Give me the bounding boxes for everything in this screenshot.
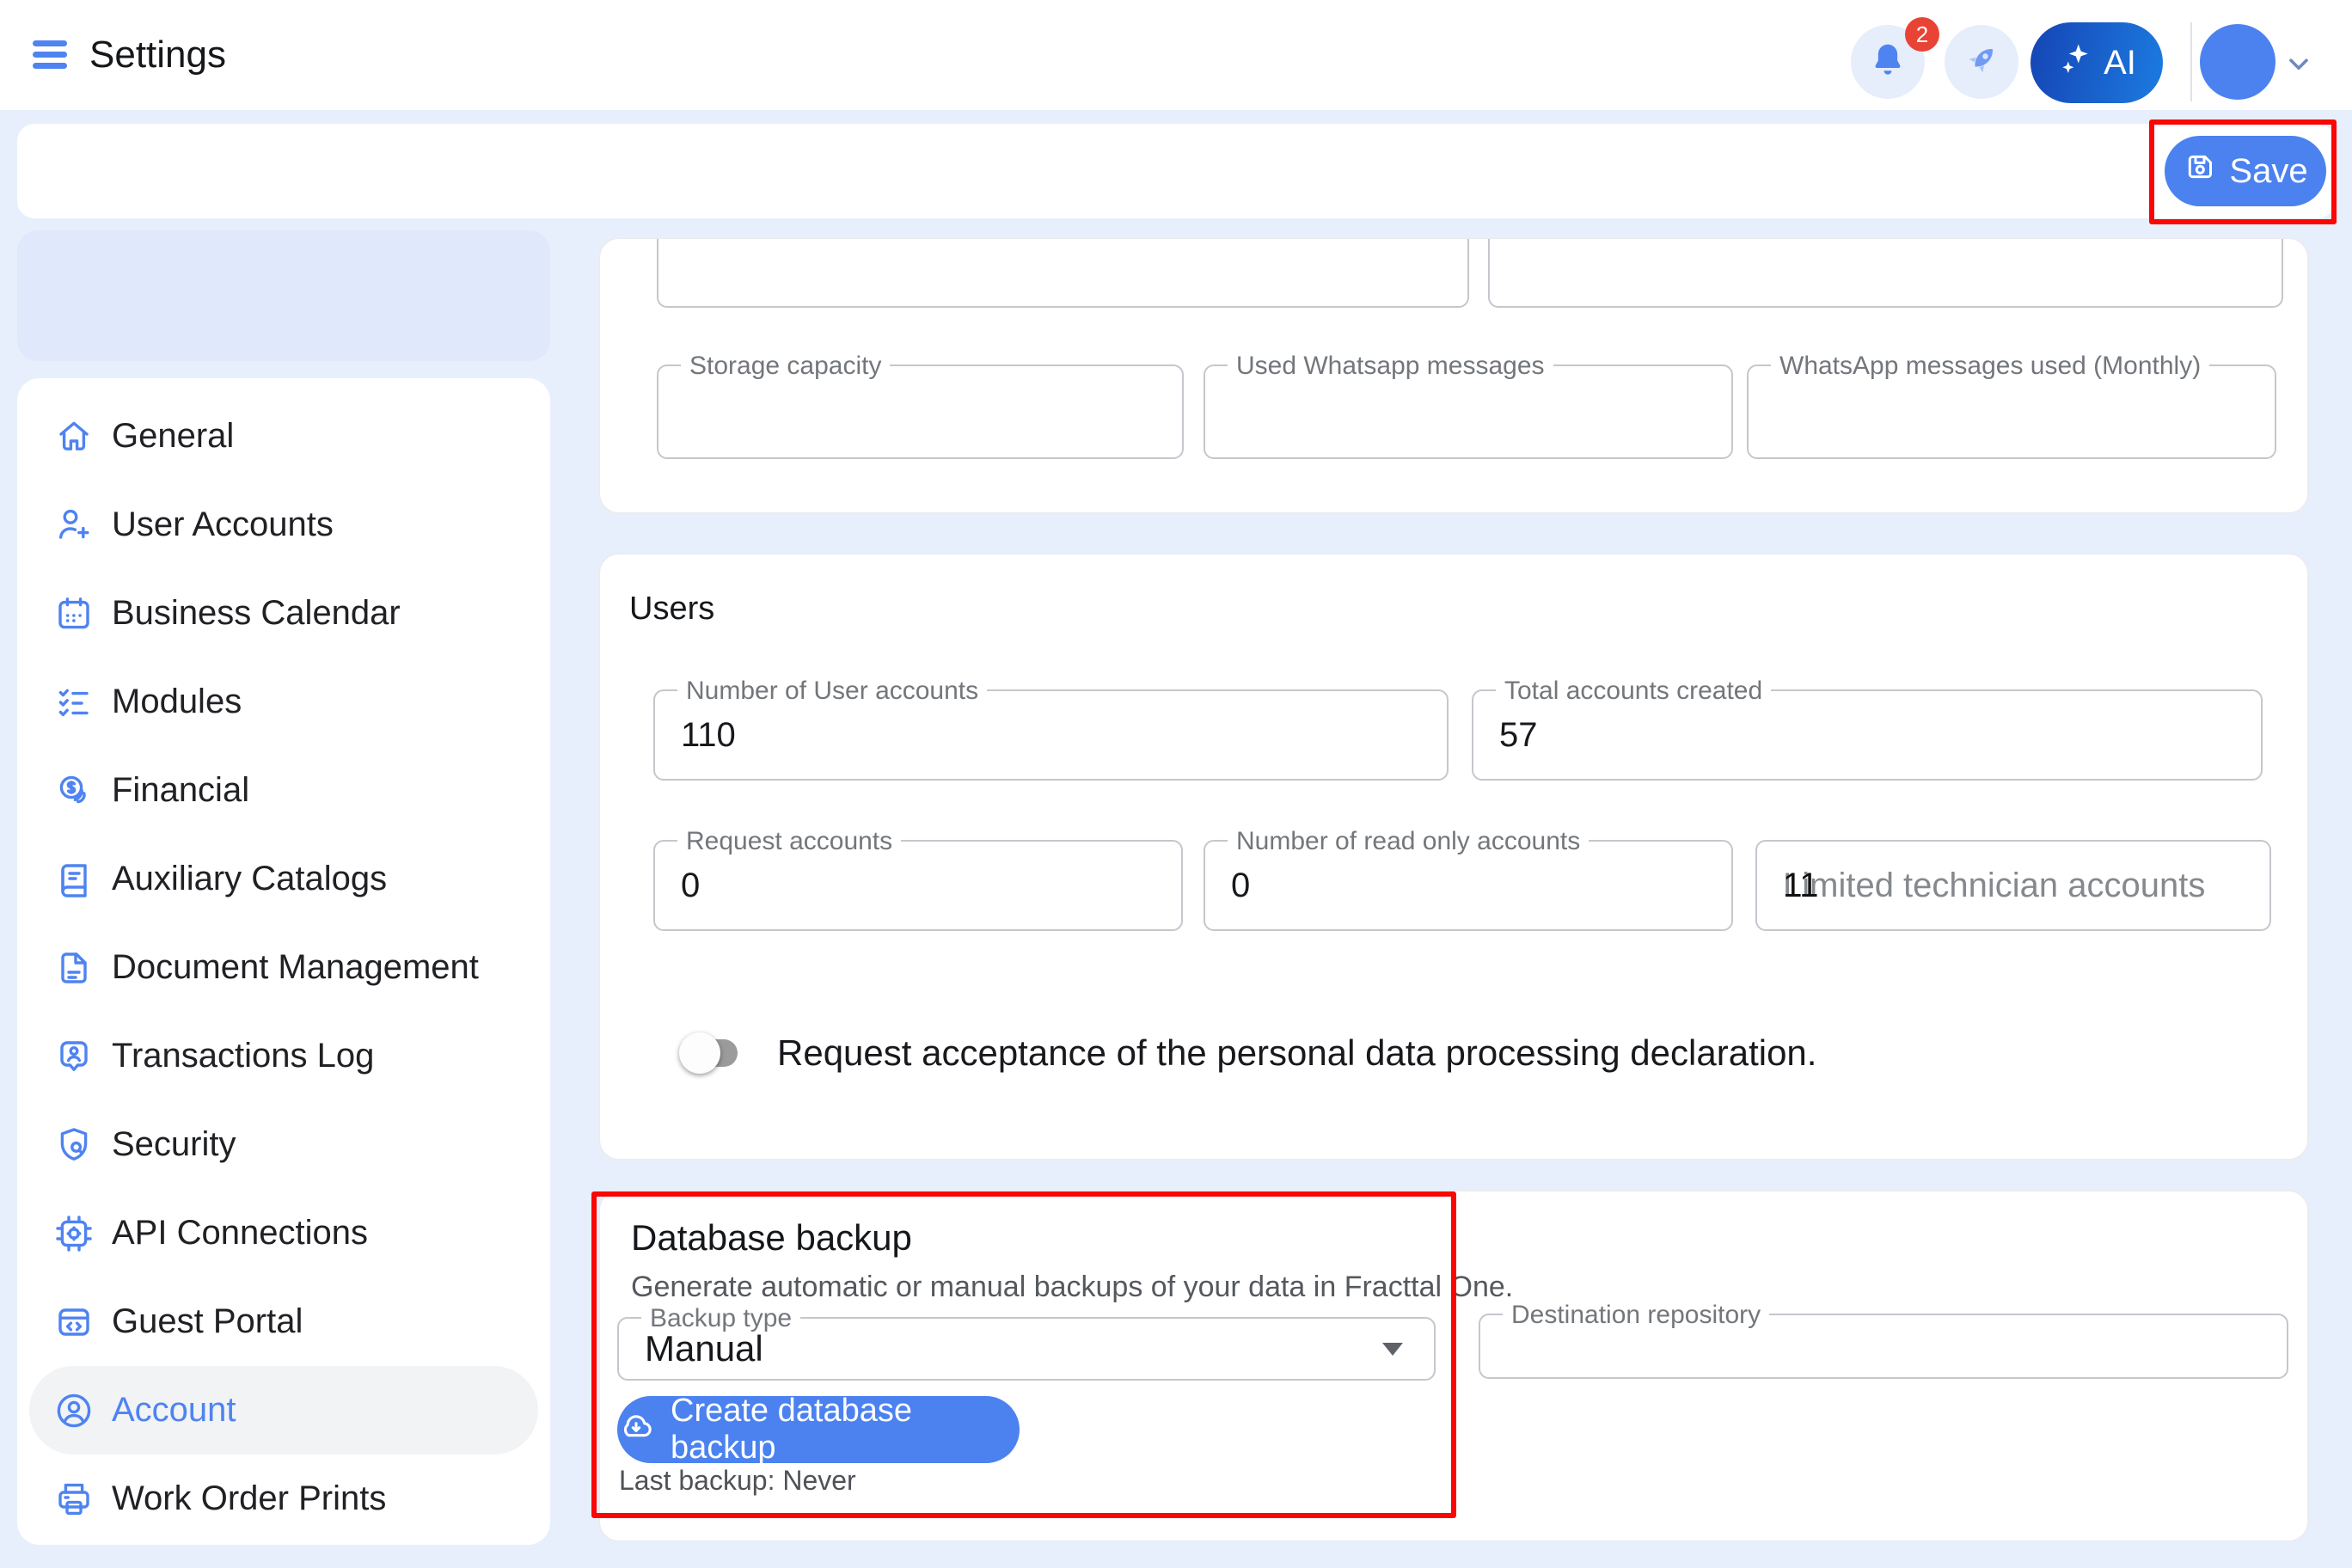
last-backup-status: Last backup: Never <box>619 1465 856 1497</box>
chevron-down-icon[interactable] <box>2283 48 2314 83</box>
printer-icon <box>53 1479 95 1520</box>
coin-icon <box>53 770 95 812</box>
checklist-icon <box>53 682 95 723</box>
notification-badge: 2 <box>1905 17 1939 52</box>
calendar-icon <box>53 593 95 634</box>
sidebar-item-work-order-prints[interactable]: Work Order Prints <box>29 1455 538 1543</box>
save-toolbar <box>17 124 2335 218</box>
sidebar-item-general[interactable]: General <box>29 392 538 481</box>
destination-repository-field[interactable]: Destination repository <box>1479 1314 2288 1379</box>
save-button[interactable]: Save <box>2165 136 2326 206</box>
rocket-icon <box>1962 40 2001 84</box>
menu-hamburger-icon[interactable] <box>33 40 67 70</box>
users-card-title: Users <box>629 591 714 628</box>
users-card: Users Number of User accounts 110 Total … <box>598 553 2309 1161</box>
bell-icon <box>1868 40 1908 84</box>
avatar[interactable] <box>2200 24 2275 100</box>
settings-screen: Settings 2 <box>0 0 2352 1568</box>
sidebar-item-document-management[interactable]: Document Management <box>29 923 538 1012</box>
person-bubble-icon <box>53 1036 95 1077</box>
backup-type-value: Manual <box>645 1328 763 1369</box>
ai-label: AI <box>2104 44 2136 83</box>
sidebar-item-auxiliary-catalogs[interactable]: Auxiliary Catalogs <box>29 835 538 923</box>
home-icon <box>53 416 95 457</box>
field-request-accounts[interactable]: Request accounts 0 <box>653 840 1183 931</box>
window-code-icon <box>53 1302 95 1343</box>
database-backup-card: Database backup Generate automatic or ma… <box>598 1190 2309 1542</box>
settings-menu: General User Accounts Business Calendar … <box>17 378 550 1545</box>
toggle-thumb <box>679 1032 720 1074</box>
create-backup-label: Create database backup <box>671 1393 1020 1467</box>
personal-data-toggle-row: Request acceptance of the personal data … <box>684 1026 1816 1081</box>
toggle-label: Request acceptance of the personal data … <box>777 1032 1816 1074</box>
sidebar-item-financial[interactable]: Financial <box>29 746 538 835</box>
top-app-bar: Settings 2 <box>0 0 2352 110</box>
sidebar-item-account[interactable]: Account <box>29 1366 538 1455</box>
plan-field-2[interactable] <box>1488 237 2283 308</box>
document-icon <box>53 947 95 989</box>
sidebar-item-transactions-log[interactable]: Transactions Log <box>29 1012 538 1100</box>
field-limited-technician-accounts[interactable]: Limited technician accounts 11 <box>1755 840 2271 931</box>
sidebar-item-security[interactable]: Security <box>29 1100 538 1189</box>
cloud-download-icon <box>617 1406 655 1453</box>
field-storage-capacity[interactable]: Storage capacity <box>657 364 1184 459</box>
create-database-backup-button[interactable]: Create database backup <box>617 1396 1020 1463</box>
user-circle-icon <box>53 1390 95 1431</box>
chip-icon <box>53 1213 95 1254</box>
save-label: Save <box>2229 152 2307 191</box>
page-title: Settings <box>89 0 226 110</box>
sidebar-item-modules[interactable]: Modules <box>29 658 538 746</box>
backup-type-select[interactable]: Backup type Manual <box>617 1317 1436 1381</box>
dropdown-caret-icon <box>1382 1343 1403 1356</box>
floppy-disk-icon <box>2183 150 2217 193</box>
shield-icon <box>53 1124 95 1166</box>
sidebar-item-business-calendar[interactable]: Business Calendar <box>29 569 538 658</box>
backup-description: Generate automatic or manual backups of … <box>631 1271 1513 1304</box>
sidebar-item-guest-portal[interactable]: Guest Portal <box>29 1277 538 1366</box>
sparkle-icon <box>2057 40 2095 86</box>
backup-title: Database backup <box>631 1217 912 1259</box>
toggle-switch[interactable] <box>684 1039 738 1067</box>
plan-usage-card: Storage capacity Used Whatsapp messages … <box>598 237 2309 514</box>
field-whatsapp-monthly[interactable]: WhatsApp messages used (Monthly) <box>1747 364 2276 459</box>
topbar-divider <box>2190 22 2192 101</box>
pending-changes-info-box: Information You have pending changes to … <box>17 230 550 361</box>
book-icon <box>53 859 95 900</box>
field-total-accounts-created[interactable]: Total accounts created 57 <box>1472 689 2263 781</box>
plan-field-1[interactable] <box>657 237 1469 308</box>
sidebar-item-api-connections[interactable]: API Connections <box>29 1189 538 1277</box>
field-number-of-user-accounts[interactable]: Number of User accounts 110 <box>653 689 1449 781</box>
user-add-icon <box>53 505 95 546</box>
ai-assistant-button[interactable]: AI <box>2030 22 2163 103</box>
field-used-whatsapp-messages[interactable]: Used Whatsapp messages <box>1204 364 1733 459</box>
sidebar-item-user-accounts[interactable]: User Accounts <box>29 481 538 569</box>
field-read-only-accounts[interactable]: Number of read only accounts 0 <box>1204 840 1733 931</box>
launch-button[interactable] <box>1945 25 2018 99</box>
